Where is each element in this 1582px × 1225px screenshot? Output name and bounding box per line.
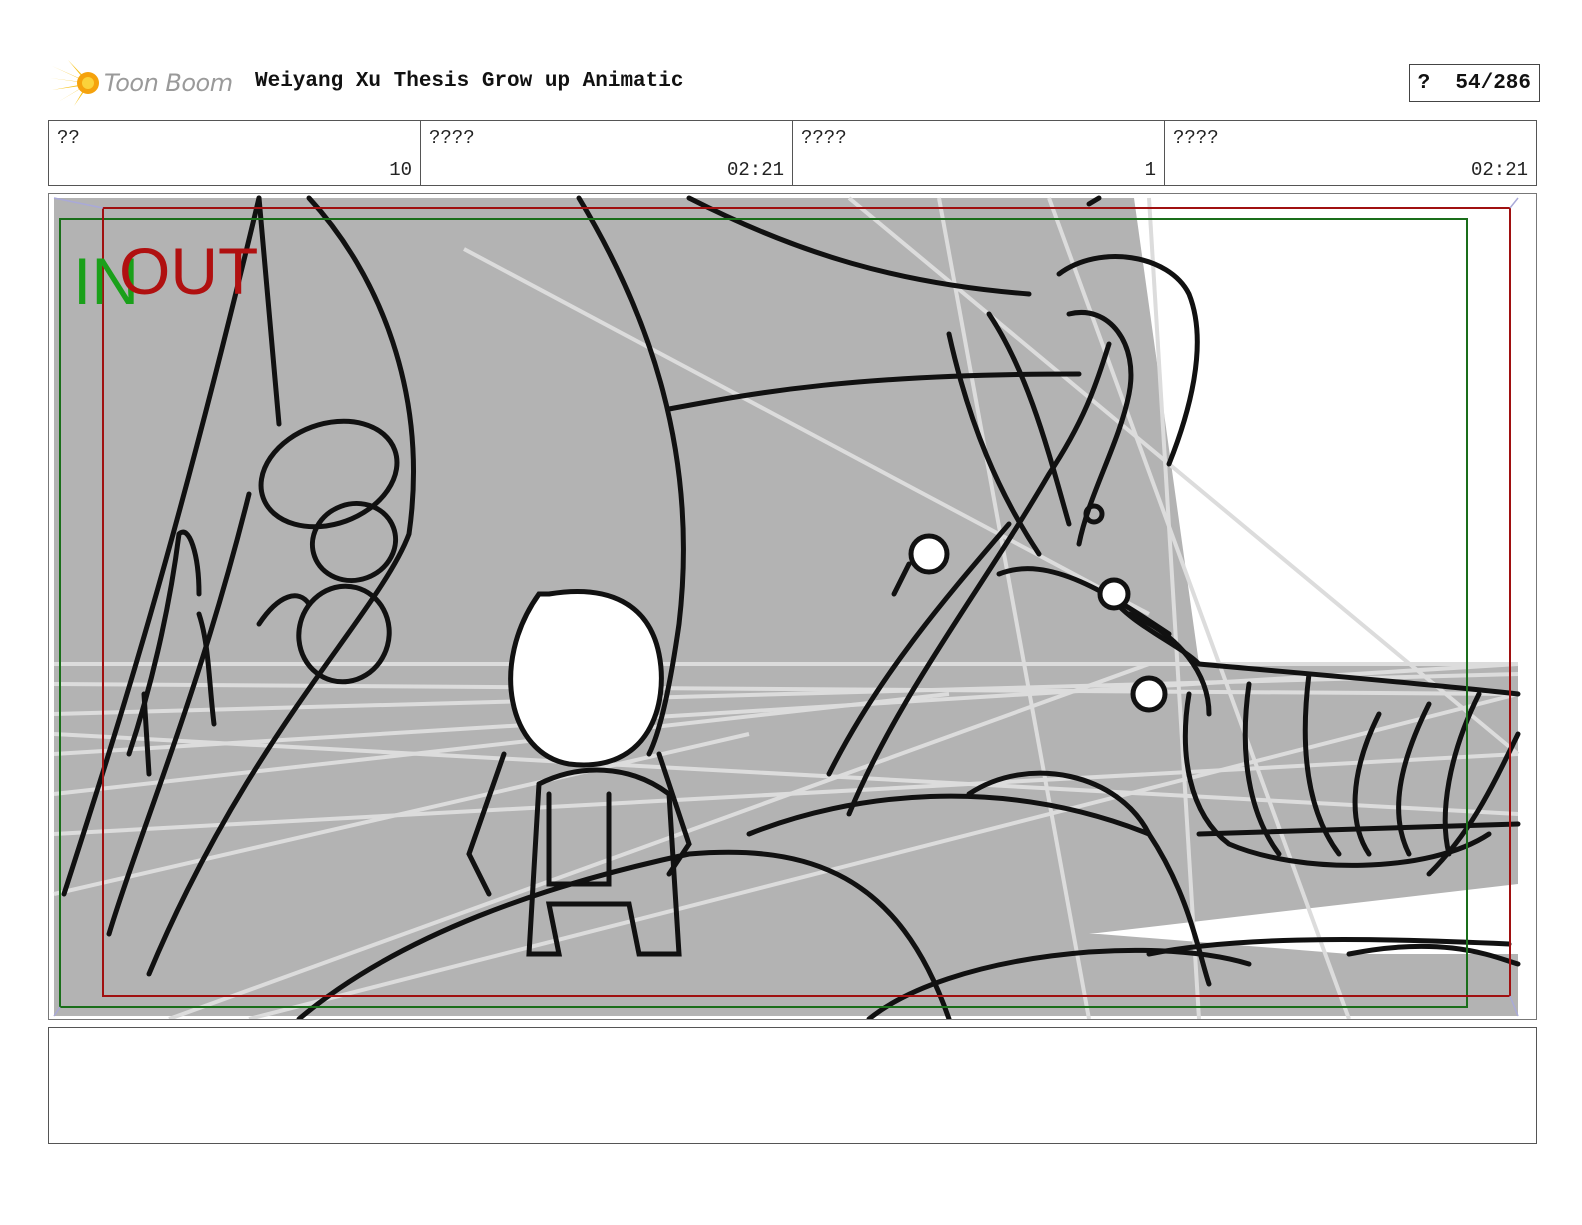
info-cell: ???? 1	[793, 121, 1165, 185]
info-label: ??	[57, 127, 80, 149]
sketch-drawing: IN OUT	[53, 195, 1521, 1019]
out-marker: OUT	[119, 234, 258, 308]
info-value: 02:21	[1470, 159, 1528, 181]
info-cell: ???? 02:21	[421, 121, 793, 185]
logo-text: Toon Boom	[104, 69, 233, 97]
page-indicator: ? 54/286	[1408, 64, 1540, 102]
starburst-icon	[50, 60, 99, 106]
info-cell: ?? 10	[49, 121, 421, 185]
toon-boom-logo: Toon Boom	[50, 58, 240, 108]
info-label: ????	[1173, 127, 1219, 149]
notes-box	[48, 1027, 1537, 1144]
panel-info-row: ?? 10 ???? 02:21 ???? 1 ???? 02:21	[48, 120, 1537, 186]
document-title: Weiyang Xu Thesis Grow up Animatic	[255, 70, 684, 93]
info-value: 1	[1144, 159, 1156, 181]
page-header: Toon Boom Weiyang Xu Thesis Grow up Anim…	[50, 58, 1540, 108]
storyboard-panel: IN OUT	[48, 193, 1537, 1020]
info-value: 02:21	[726, 159, 784, 181]
info-label: ????	[801, 127, 847, 149]
info-label: ????	[429, 127, 475, 149]
info-value: 10	[389, 159, 412, 181]
info-cell: ???? 02:21	[1165, 121, 1536, 185]
